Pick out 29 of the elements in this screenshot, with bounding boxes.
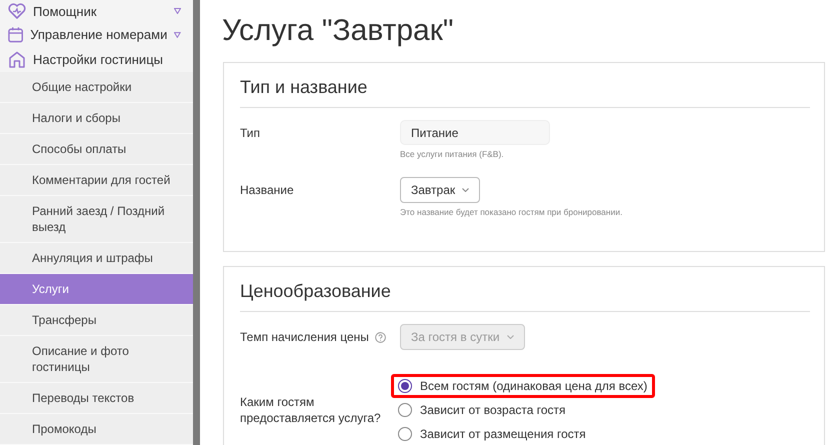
- field-label: Каким гостям предоставляется услуга?: [240, 394, 382, 426]
- radio-button[interactable]: [398, 427, 412, 441]
- nav-item[interactable]: Помощник: [0, 0, 193, 22]
- field-hint: Это название будет показано гостям при бронировании.: [400, 207, 622, 217]
- radio-option[interactable]: Зависит от размещения гостя: [391, 422, 594, 445]
- scrollbar[interactable]: [193, 0, 200, 445]
- caret-icon: [174, 32, 181, 38]
- chevron-icon: [506, 335, 514, 339]
- dropdown[interactable]: Завтрак: [400, 177, 480, 203]
- page-title: Услуга "Завтрак": [222, 13, 454, 49]
- calendar-icon: [8, 26, 24, 44]
- type-field[interactable]: Питание: [400, 120, 550, 145]
- radio-option[interactable]: Всем гостям (одинаковая цена для всех): [391, 374, 656, 398]
- radio-button[interactable]: [398, 379, 412, 393]
- radio-button[interactable]: [398, 403, 412, 417]
- section-title: Ценообразование: [240, 267, 810, 312]
- chevron-icon: [462, 188, 470, 192]
- nav-item[interactable]: Настройки гостиницы: [0, 47, 193, 72]
- field-label: Название: [240, 182, 294, 198]
- caret-icon: [174, 8, 181, 14]
- radio-option[interactable]: Зависит от возраста гостя: [391, 398, 574, 422]
- field-hint: Все услуги питания (F&B).: [400, 149, 505, 159]
- house-icon: [8, 51, 26, 68]
- heart-icon: [8, 3, 26, 20]
- section-title: Тип и название: [240, 63, 810, 108]
- nav-item[interactable]: Управление номерами: [0, 22, 193, 48]
- field-label: Тип: [240, 125, 260, 141]
- field-label: Темп начисления цены: [240, 329, 369, 345]
- submenu-item[interactable]: Услуги: [0, 274, 193, 305]
